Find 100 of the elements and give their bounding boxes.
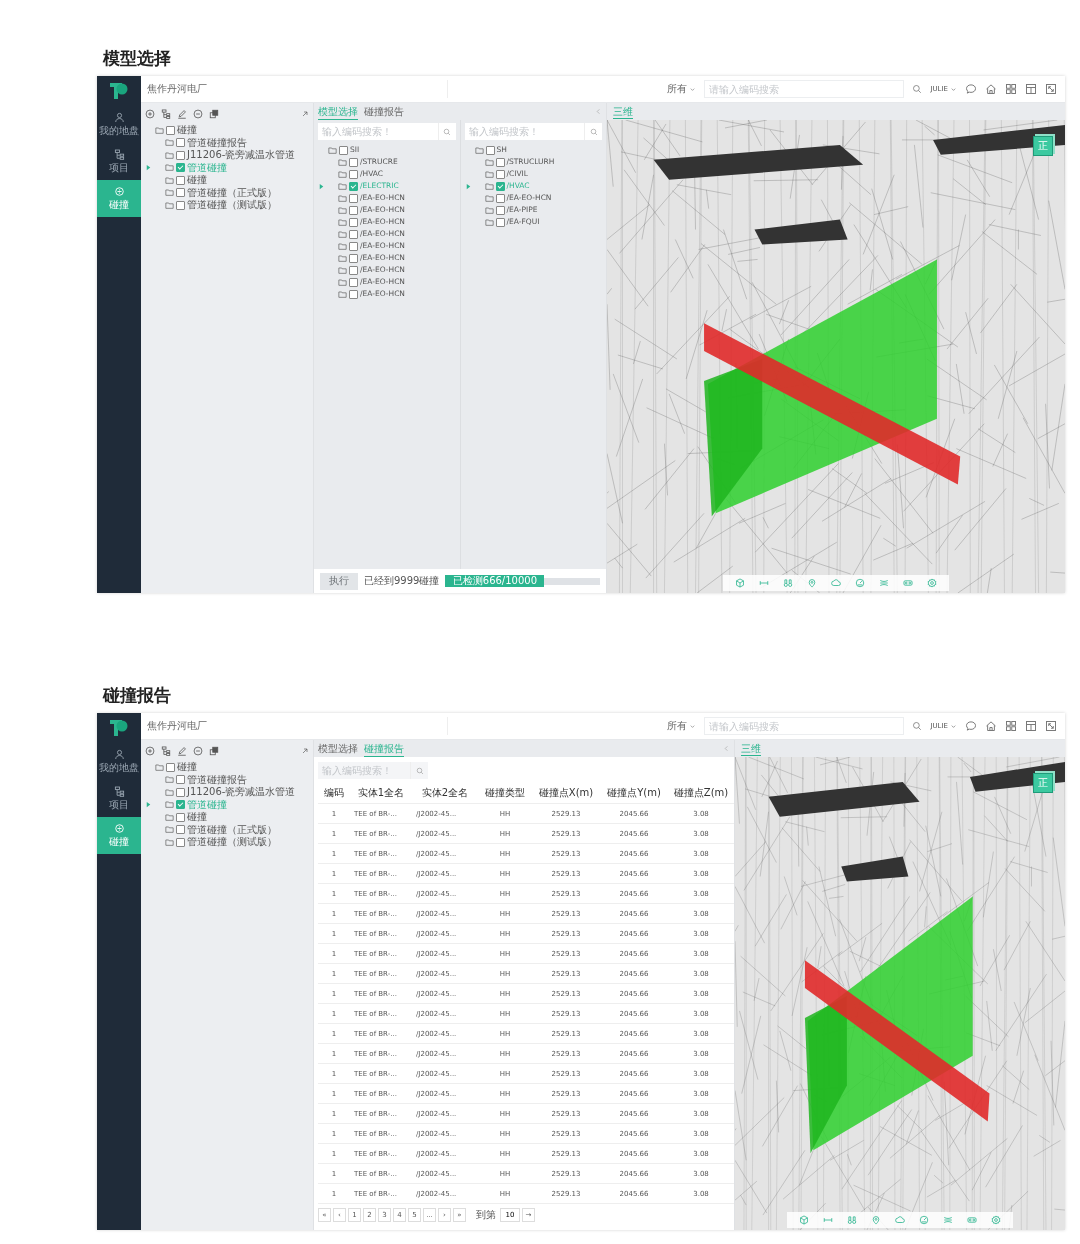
tree-item-label[interactable]: 碰撞 — [187, 174, 207, 187]
map-pin-icon[interactable] — [807, 578, 817, 588]
layers-icon[interactable] — [209, 746, 219, 756]
scope-dropdown[interactable]: 所有 — [667, 719, 697, 733]
tree-item-label[interactable]: J11206-瓷旁减温水管道 — [187, 786, 296, 799]
caret-icon[interactable] — [145, 801, 152, 809]
tree-item-label[interactable]: 管道碰撞报告 — [187, 773, 247, 786]
layers-icon[interactable] — [209, 109, 219, 119]
hierarchy-icon[interactable] — [161, 746, 171, 756]
arrow-up-right-icon[interactable] — [301, 110, 309, 118]
checkbox[interactable] — [349, 205, 358, 215]
minus-icon[interactable] — [193, 746, 203, 756]
checkbox[interactable] — [495, 181, 505, 191]
checkbox[interactable] — [166, 125, 175, 135]
checkbox[interactable] — [176, 175, 185, 185]
checkbox[interactable] — [495, 193, 505, 203]
scope-dropdown[interactable]: 所有 — [667, 82, 697, 96]
cloud-icon[interactable] — [831, 578, 841, 588]
tree-item-label[interactable]: 碰撞 — [177, 124, 197, 137]
cloud-icon[interactable] — [895, 1215, 905, 1225]
add-icon[interactable] — [145, 109, 155, 119]
tree-item-label[interactable]: 管道碰撞（正式版） — [187, 186, 277, 199]
arrow-up-right-icon[interactable] — [301, 747, 309, 755]
tab[interactable]: 碰撞报告 — [364, 105, 404, 120]
checkbox[interactable] — [176, 200, 185, 210]
gauge-icon[interactable] — [919, 1215, 929, 1225]
checkbox[interactable] — [349, 229, 358, 239]
chat-bubble-icon[interactable] — [965, 83, 977, 95]
nav-item[interactable]: 项目 — [97, 780, 141, 817]
search-button[interactable] — [584, 123, 602, 140]
gauge-icon[interactable] — [855, 578, 865, 588]
checkbox[interactable] — [495, 157, 505, 167]
checkbox[interactable] — [349, 217, 358, 227]
tree-item-label[interactable]: J11206-瓷旁减温水管道 — [187, 149, 296, 162]
hierarchy-icon[interactable] — [161, 109, 171, 119]
home-icon[interactable] — [985, 720, 997, 732]
tree-item-label[interactable]: 管道碰撞报告 — [187, 136, 247, 149]
search-icon[interactable] — [912, 84, 923, 94]
tree-item-label[interactable]: 管道碰撞（测试版） — [187, 199, 277, 212]
checkbox[interactable] — [176, 163, 185, 173]
home-icon[interactable] — [985, 83, 997, 95]
grid-icon[interactable] — [1005, 720, 1017, 732]
lines-icon[interactable] — [879, 578, 889, 588]
checkbox[interactable] — [176, 812, 185, 822]
caret-icon[interactable] — [464, 182, 472, 190]
expand-icon[interactable] — [1045, 720, 1057, 732]
layout-icon[interactable] — [1025, 83, 1037, 95]
tree-item-label[interactable]: 管道碰撞（测试版） — [187, 836, 277, 849]
checkbox[interactable] — [349, 253, 358, 263]
caret-icon[interactable] — [145, 164, 152, 172]
checkbox[interactable] — [176, 188, 185, 198]
checkbox[interactable] — [176, 825, 185, 835]
tree-item-label[interactable]: 碰撞 — [187, 811, 207, 824]
tree-item-label[interactable]: 碰撞 — [177, 761, 197, 774]
goggles-icon[interactable] — [967, 1215, 977, 1225]
binoculars-icon[interactable] — [783, 578, 793, 588]
binoculars-icon[interactable] — [847, 1215, 857, 1225]
pencil-icon[interactable] — [177, 109, 187, 119]
checkbox[interactable] — [349, 241, 358, 251]
checkbox[interactable] — [176, 138, 185, 148]
checkbox[interactable] — [339, 145, 348, 155]
checkbox[interactable] — [495, 205, 505, 215]
checkbox[interactable] — [176, 787, 185, 797]
lines-icon[interactable] — [943, 1215, 953, 1225]
chat-bubble-icon[interactable] — [965, 720, 977, 732]
nav-item[interactable]: 我的地盘 — [97, 743, 141, 780]
cube-icon[interactable] — [735, 578, 745, 588]
checkbox[interactable] — [166, 762, 175, 772]
checkbox[interactable] — [349, 265, 358, 275]
map-pin-icon[interactable] — [871, 1215, 881, 1225]
checkbox[interactable] — [349, 157, 358, 167]
layout-icon[interactable] — [1025, 720, 1037, 732]
grid-icon[interactable] — [1005, 83, 1017, 95]
nav-item[interactable]: 我的地盘 — [97, 106, 141, 143]
tab[interactable]: 模型选择 — [318, 742, 358, 757]
checkbox[interactable] — [485, 145, 495, 155]
cube-icon[interactable] — [799, 1215, 809, 1225]
settings-icon[interactable] — [991, 1215, 1001, 1225]
checkbox[interactable] — [176, 150, 185, 160]
goggles-icon[interactable] — [903, 578, 913, 588]
search-icon[interactable] — [912, 721, 923, 731]
checkbox[interactable] — [176, 837, 185, 847]
minus-icon[interactable] — [193, 109, 203, 119]
checkbox[interactable] — [495, 169, 505, 179]
checkbox[interactable] — [176, 775, 185, 785]
checkbox[interactable] — [349, 169, 358, 179]
expand-icon[interactable] — [1045, 83, 1057, 95]
settings-icon[interactable] — [927, 578, 937, 588]
pencil-icon[interactable] — [177, 746, 187, 756]
ruler-icon[interactable] — [759, 578, 769, 588]
checkbox[interactable] — [176, 800, 185, 810]
checkbox[interactable] — [349, 277, 358, 287]
checkbox[interactable] — [495, 217, 505, 227]
add-icon[interactable] — [145, 746, 155, 756]
caret-icon[interactable] — [318, 182, 325, 190]
nav-item[interactable]: 项目 — [97, 143, 141, 180]
tree-item-label[interactable]: 管道碰撞（正式版） — [187, 823, 277, 836]
checkbox[interactable] — [349, 289, 358, 299]
search-button[interactable] — [410, 762, 428, 779]
ruler-icon[interactable] — [823, 1215, 833, 1225]
